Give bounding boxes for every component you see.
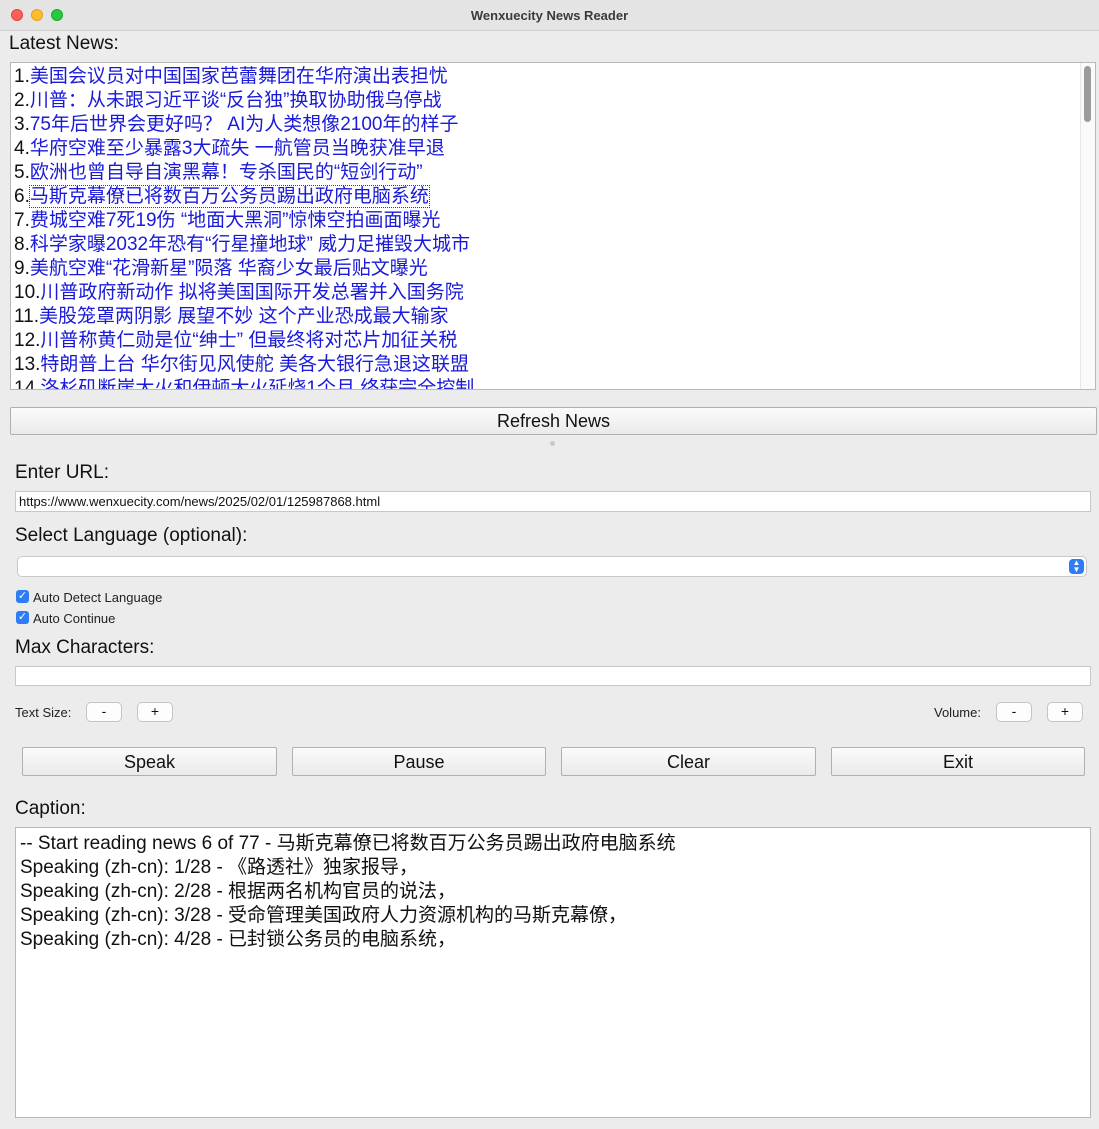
news-item-title[interactable]: 川普：从未跟习近平谈“反台独”换取协助俄乌停战 bbox=[30, 90, 442, 111]
news-item-title[interactable]: 川普称黄仁勋是位“绅士” 但最终将对芯片加征关税 bbox=[40, 330, 457, 351]
news-list-item[interactable]: 8.科学家曝2032年恐有“行星撞地球” 威力足摧毁大城市 bbox=[14, 233, 1079, 257]
news-list-item[interactable]: 11.美股笼罩两阴影 展望不妙 这个产业恐成最大输家 bbox=[14, 305, 1079, 329]
news-item-number: 6. bbox=[14, 186, 30, 207]
volume-decrease-button[interactable]: - bbox=[996, 702, 1032, 722]
news-list-item[interactable]: 1.美国会议员对中国国家芭蕾舞团在华府演出表担忧 bbox=[14, 65, 1079, 89]
latest-news-label: Latest News: bbox=[9, 33, 119, 54]
news-item-number: 12. bbox=[14, 330, 41, 351]
news-item-number: 8. bbox=[14, 234, 30, 255]
text-size-label: Text Size: bbox=[15, 705, 72, 720]
url-label: Enter URL: bbox=[15, 462, 109, 483]
news-scrollbar[interactable] bbox=[1080, 63, 1095, 389]
news-item-title[interactable]: 洛杉矶断崖大火和伊顿大火延烧1个月 终获完全控制 bbox=[40, 378, 474, 389]
news-item-number: 2. bbox=[14, 90, 30, 111]
news-item-title[interactable]: 华府空难至少暴露3大疏失 一航管员当晚获准早退 bbox=[30, 138, 445, 159]
caption-line: Speaking (zh-cn): 3/28 - 受命管理美国政府人力资源机构的… bbox=[20, 905, 628, 926]
auto-continue-label: Auto Continue bbox=[33, 611, 116, 626]
news-item-number: 14. bbox=[14, 378, 41, 390]
max-characters-label: Max Characters: bbox=[15, 637, 155, 658]
caption-textarea[interactable]: -- Start reading news 6 of 77 - 马斯克幕僚已将数… bbox=[15, 827, 1091, 1118]
news-scroll-thumb[interactable] bbox=[1084, 66, 1091, 122]
news-list-item[interactable]: 6.马斯克幕僚已将数百万公务员踢出政府电脑系统 bbox=[14, 185, 1079, 209]
text-size-increase-button[interactable]: + bbox=[137, 702, 173, 722]
news-item-number: 5. bbox=[14, 162, 30, 183]
news-list-item[interactable]: 3.75年后世界会更好吗？ AI为人类想像2100年的样子 bbox=[14, 113, 1079, 137]
splitter-handle[interactable] bbox=[550, 441, 555, 446]
max-characters-input[interactable] bbox=[15, 666, 1091, 686]
news-listbox[interactable]: 1.美国会议员对中国国家芭蕾舞团在华府演出表担忧 2.川普：从未跟习近平谈“反台独… bbox=[10, 62, 1096, 390]
caption-label: Caption: bbox=[15, 798, 86, 819]
news-item-title[interactable]: 美股笼罩两阴影 展望不妙 这个产业恐成最大输家 bbox=[39, 306, 449, 327]
news-item-number: 11. bbox=[14, 306, 40, 327]
window-title: Wenxuecity News Reader bbox=[470, 8, 629, 23]
caption-line: Speaking (zh-cn): 2/28 - 根据两名机构官员的说法， bbox=[20, 881, 457, 902]
news-item-number: 7. bbox=[14, 210, 30, 231]
volume-label: Volume: bbox=[934, 705, 981, 720]
news-list-item[interactable]: 5.欧洲也曾自导自演黑幕！专杀国民的“短剑行动” bbox=[14, 161, 1079, 185]
pause-button[interactable]: Pause bbox=[292, 747, 546, 776]
news-list: 1.美国会议员对中国国家芭蕾舞团在华府演出表担忧 2.川普：从未跟习近平谈“反台独… bbox=[14, 65, 1079, 390]
news-item-title[interactable]: 川普政府新动作 拟将美国国际开发总署并入国务院 bbox=[40, 282, 463, 303]
caption-line: Speaking (zh-cn): 1/28 - 《路透社》独家报导， bbox=[20, 857, 419, 878]
news-list-item[interactable]: 9.美航空难“花滑新星”陨落 华裔少女最后贴文曝光 bbox=[14, 257, 1079, 281]
refresh-news-button[interactable]: Refresh News bbox=[10, 407, 1097, 435]
news-item-title[interactable]: 特朗普上台 华尔街见风使舵 美各大银行急退这联盟 bbox=[40, 354, 469, 375]
news-list-item[interactable]: 13.特朗普上台 华尔街见风使舵 美各大银行急退这联盟 bbox=[14, 353, 1079, 377]
news-item-title[interactable]: 科学家曝2032年恐有“行星撞地球” 威力足摧毁大城市 bbox=[30, 234, 470, 255]
news-item-title[interactable]: 美国会议员对中国国家芭蕾舞团在华府演出表担忧 bbox=[30, 66, 448, 87]
news-item-title[interactable]: 75年后世界会更好吗？ AI为人类想像2100年的样子 bbox=[30, 114, 459, 135]
speak-button[interactable]: Speak bbox=[22, 747, 277, 776]
language-label: Select Language (optional): bbox=[15, 525, 248, 546]
news-list-item[interactable]: 12.川普称黄仁勋是位“绅士” 但最终将对芯片加征关税 bbox=[14, 329, 1079, 353]
clear-button[interactable]: Clear bbox=[561, 747, 816, 776]
news-item-title[interactable]: 美航空难“花滑新星”陨落 华裔少女最后贴文曝光 bbox=[30, 258, 428, 279]
text-size-decrease-button[interactable]: - bbox=[86, 702, 122, 722]
news-item-title[interactable]: 马斯克幕僚已将数百万公务员踢出政府电脑系统 bbox=[28, 185, 430, 208]
news-item-number: 4. bbox=[14, 138, 30, 159]
news-list-item[interactable]: 14.洛杉矶断崖大火和伊顿大火延烧1个月 终获完全控制 bbox=[14, 377, 1079, 390]
news-item-number: 3. bbox=[14, 114, 30, 135]
volume-increase-button[interactable]: + bbox=[1047, 702, 1083, 722]
news-list-item[interactable]: 4.华府空难至少暴露3大疏失 一航管员当晚获准早退 bbox=[14, 137, 1079, 161]
exit-button[interactable]: Exit bbox=[831, 747, 1085, 776]
news-item-number: 1. bbox=[14, 66, 30, 87]
news-list-item[interactable]: 10.川普政府新动作 拟将美国国际开发总署并入国务院 bbox=[14, 281, 1079, 305]
caption-line: Speaking (zh-cn): 4/28 - 已封锁公务员的电脑系统， bbox=[20, 929, 457, 950]
news-item-number: 10. bbox=[14, 282, 41, 303]
updown-chevron-icon: ▲ ▼ bbox=[1069, 559, 1084, 574]
caption-line: -- Start reading news 6 of 77 - 马斯克幕僚已将数… bbox=[20, 833, 676, 854]
news-list-item[interactable]: 7.费城空难7死19伤 “地面大黑洞”惊悚空拍画面曝光 bbox=[14, 209, 1079, 233]
news-item-title[interactable]: 欧洲也曾自导自演黑幕！专杀国民的“短剑行动” bbox=[30, 162, 423, 183]
url-input[interactable] bbox=[15, 491, 1091, 512]
auto-detect-checkbox[interactable]: ✓ bbox=[16, 590, 29, 603]
news-item-number: 13. bbox=[14, 354, 41, 375]
title-bar: Wenxuecity News Reader bbox=[0, 0, 1099, 31]
language-select[interactable]: ▲ ▼ bbox=[17, 556, 1087, 577]
news-item-number: 9. bbox=[14, 258, 30, 279]
auto-continue-checkbox[interactable]: ✓ bbox=[16, 611, 29, 624]
news-item-title[interactable]: 费城空难7死19伤 “地面大黑洞”惊悚空拍画面曝光 bbox=[30, 210, 441, 231]
auto-detect-label: Auto Detect Language bbox=[33, 590, 163, 605]
news-list-item[interactable]: 2.川普：从未跟习近平谈“反台独”换取协助俄乌停战 bbox=[14, 89, 1079, 113]
